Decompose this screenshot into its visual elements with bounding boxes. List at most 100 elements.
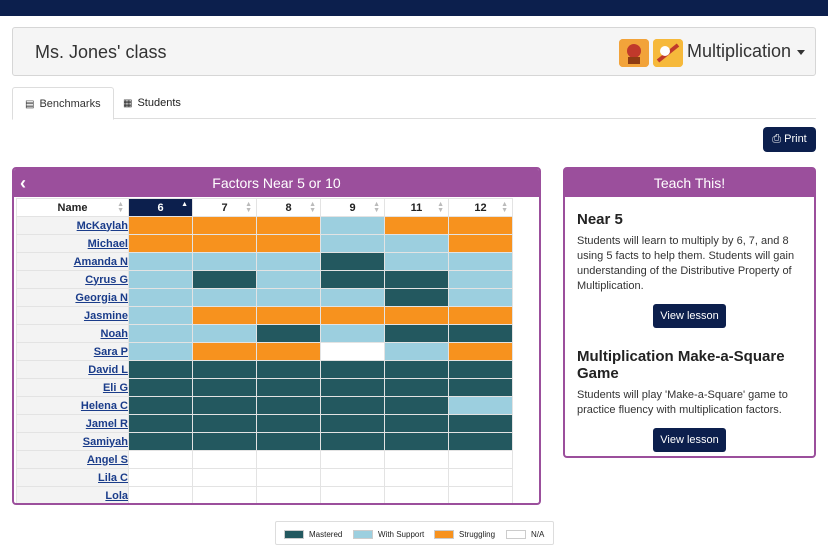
status-cell[interactable]: [448, 432, 513, 451]
status-cell[interactable]: [384, 450, 449, 469]
student-name-link[interactable]: Jasmine: [84, 310, 128, 322]
column-header-9[interactable]: 9 ▲ ▼: [320, 198, 385, 217]
status-cell[interactable]: [128, 288, 193, 307]
view-lesson-button[interactable]: View lesson: [653, 304, 726, 328]
student-name-link[interactable]: Amanda N: [74, 256, 128, 268]
status-cell[interactable]: [128, 216, 193, 235]
print-button[interactable]: ⎙ Print: [763, 127, 816, 152]
status-cell[interactable]: [320, 288, 385, 307]
column-header-11[interactable]: 11 ▲ ▼: [384, 198, 449, 217]
subject-dropdown[interactable]: Multiplication: [687, 41, 806, 62]
status-cell[interactable]: [256, 288, 321, 307]
status-cell[interactable]: [192, 396, 257, 415]
status-cell[interactable]: [448, 216, 513, 235]
app-avatar-1[interactable]: [619, 39, 649, 67]
student-name-link[interactable]: Samiyah: [83, 436, 128, 448]
status-cell[interactable]: [384, 288, 449, 307]
status-cell[interactable]: [320, 468, 385, 487]
status-cell[interactable]: [320, 414, 385, 433]
status-cell[interactable]: [320, 432, 385, 451]
status-cell[interactable]: [128, 450, 193, 469]
status-cell[interactable]: [192, 252, 257, 271]
status-cell[interactable]: [320, 324, 385, 343]
app-avatar-2[interactable]: [653, 39, 683, 67]
student-name-link[interactable]: Noah: [101, 328, 129, 340]
status-cell[interactable]: [192, 234, 257, 253]
status-cell[interactable]: [448, 288, 513, 307]
status-cell[interactable]: [256, 378, 321, 397]
status-cell[interactable]: [192, 288, 257, 307]
status-cell[interactable]: [192, 432, 257, 451]
status-cell[interactable]: [448, 342, 513, 361]
status-cell[interactable]: [256, 432, 321, 451]
status-cell[interactable]: [128, 324, 193, 343]
status-cell[interactable]: [320, 270, 385, 289]
status-cell[interactable]: [192, 324, 257, 343]
student-name-link[interactable]: Sara P: [94, 346, 128, 358]
status-cell[interactable]: [192, 216, 257, 235]
status-cell[interactable]: [384, 342, 449, 361]
status-cell[interactable]: [320, 450, 385, 469]
status-cell[interactable]: [448, 252, 513, 271]
status-cell[interactable]: [320, 234, 385, 253]
status-cell[interactable]: [128, 486, 193, 503]
status-cell[interactable]: [320, 342, 385, 361]
status-cell[interactable]: [384, 486, 449, 503]
status-cell[interactable]: [448, 486, 513, 503]
status-cell[interactable]: [320, 216, 385, 235]
status-cell[interactable]: [384, 378, 449, 397]
student-name-link[interactable]: David L: [88, 364, 128, 376]
column-header-7[interactable]: 7 ▲ ▼: [192, 198, 257, 217]
status-cell[interactable]: [384, 414, 449, 433]
status-cell[interactable]: [384, 252, 449, 271]
status-cell[interactable]: [256, 342, 321, 361]
student-name-link[interactable]: Cyrus G: [85, 274, 128, 286]
status-cell[interactable]: [384, 306, 449, 325]
view-lesson-button[interactable]: View lesson: [653, 428, 726, 452]
student-name-link[interactable]: Georgia N: [75, 292, 128, 304]
status-cell[interactable]: [128, 252, 193, 271]
status-cell[interactable]: [256, 306, 321, 325]
status-cell[interactable]: [256, 252, 321, 271]
student-name-link[interactable]: Jamel R: [86, 418, 128, 430]
status-cell[interactable]: [192, 270, 257, 289]
status-cell[interactable]: [448, 306, 513, 325]
status-cell[interactable]: [256, 414, 321, 433]
column-header-12[interactable]: 12 ▲ ▼: [448, 198, 513, 217]
status-cell[interactable]: [128, 414, 193, 433]
status-cell[interactable]: [448, 234, 513, 253]
status-cell[interactable]: [384, 432, 449, 451]
status-cell[interactable]: [192, 450, 257, 469]
status-cell[interactable]: [256, 234, 321, 253]
student-name-link[interactable]: Angel S: [87, 454, 128, 466]
column-header-6[interactable]: 6 ▲: [128, 198, 193, 217]
student-name-link[interactable]: McKaylah: [77, 220, 128, 232]
status-cell[interactable]: [256, 468, 321, 487]
status-cell[interactable]: [192, 306, 257, 325]
status-cell[interactable]: [128, 468, 193, 487]
status-cell[interactable]: [256, 270, 321, 289]
status-cell[interactable]: [448, 396, 513, 415]
status-cell[interactable]: [448, 450, 513, 469]
status-cell[interactable]: [128, 306, 193, 325]
status-cell[interactable]: [320, 396, 385, 415]
status-cell[interactable]: [128, 378, 193, 397]
status-cell[interactable]: [448, 324, 513, 343]
status-cell[interactable]: [128, 396, 193, 415]
student-name-link[interactable]: Michael: [88, 238, 128, 250]
status-cell[interactable]: [384, 270, 449, 289]
status-cell[interactable]: [384, 324, 449, 343]
status-cell[interactable]: [320, 252, 385, 271]
status-cell[interactable]: [192, 342, 257, 361]
status-cell[interactable]: [320, 306, 385, 325]
status-cell[interactable]: [320, 486, 385, 503]
status-cell[interactable]: [448, 360, 513, 379]
status-cell[interactable]: [128, 270, 193, 289]
status-cell[interactable]: [448, 414, 513, 433]
student-name-link[interactable]: Helena C: [81, 400, 128, 412]
status-cell[interactable]: [384, 468, 449, 487]
status-cell[interactable]: [320, 360, 385, 379]
status-cell[interactable]: [384, 216, 449, 235]
status-cell[interactable]: [384, 234, 449, 253]
status-cell[interactable]: [128, 432, 193, 451]
